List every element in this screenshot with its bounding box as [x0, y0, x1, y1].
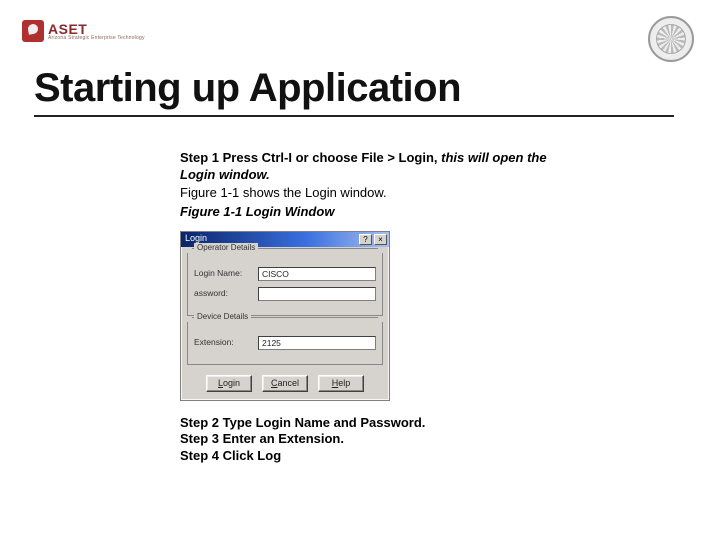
help-button[interactable]: Help	[318, 375, 364, 392]
extension-label: Extension:	[194, 337, 252, 348]
page-title: Starting up Application	[34, 66, 674, 117]
device-details-group: Device Details Extension: 2125	[187, 322, 383, 365]
state-seal-icon	[648, 16, 694, 62]
close-icon[interactable]: ×	[374, 234, 387, 245]
brand-tagline: Arizona Strategic Enterprise Technology	[48, 36, 145, 41]
brand-name: ASET	[48, 22, 145, 36]
brand-logo: ASET Arizona Strategic Enterprise Techno…	[22, 20, 145, 42]
operator-details-group: Operator Details Login Name: CISCO asswo…	[187, 253, 383, 316]
figure-caption: Figure 1-1 Login Window	[180, 204, 560, 221]
help-icon[interactable]: ?	[359, 234, 372, 245]
login-button[interactable]: Login	[206, 375, 252, 392]
step-3-text: Step 3 Enter an Extension.	[180, 431, 560, 448]
remaining-steps: Step 2 Type Login Name and Password. Ste…	[180, 415, 560, 465]
brand-text: ASET Arizona Strategic Enterprise Techno…	[48, 22, 145, 41]
aset-logo-icon	[22, 20, 44, 42]
password-label: assword:	[194, 288, 252, 299]
login-name-input[interactable]: CISCO	[258, 267, 376, 281]
extension-input[interactable]: 2125	[258, 336, 376, 350]
dialog-button-row: Login Cancel Help	[181, 371, 389, 400]
password-input[interactable]	[258, 287, 376, 301]
content-block: Step 1 Press Ctrl-I or choose File > Log…	[180, 150, 560, 464]
step-2-text: Step 2 Type Login Name and Password.	[180, 415, 560, 432]
cancel-button[interactable]: Cancel	[262, 375, 308, 392]
login-dialog: Login ? × Operator Details Login Name: C…	[180, 231, 390, 401]
step-1-note: Figure 1-1 shows the Login window.	[180, 185, 560, 202]
step-1-text: Step 1 Press Ctrl-I or choose File > Log…	[180, 150, 560, 183]
login-name-label: Login Name:	[194, 268, 252, 279]
step-1-prefix: Step 1 Press Ctrl-I or choose File > Log…	[180, 150, 438, 165]
operator-details-legend: Operator Details	[194, 243, 258, 253]
step-4-text: Step 4 Click Log	[180, 448, 560, 465]
device-details-legend: Device Details	[194, 312, 251, 322]
